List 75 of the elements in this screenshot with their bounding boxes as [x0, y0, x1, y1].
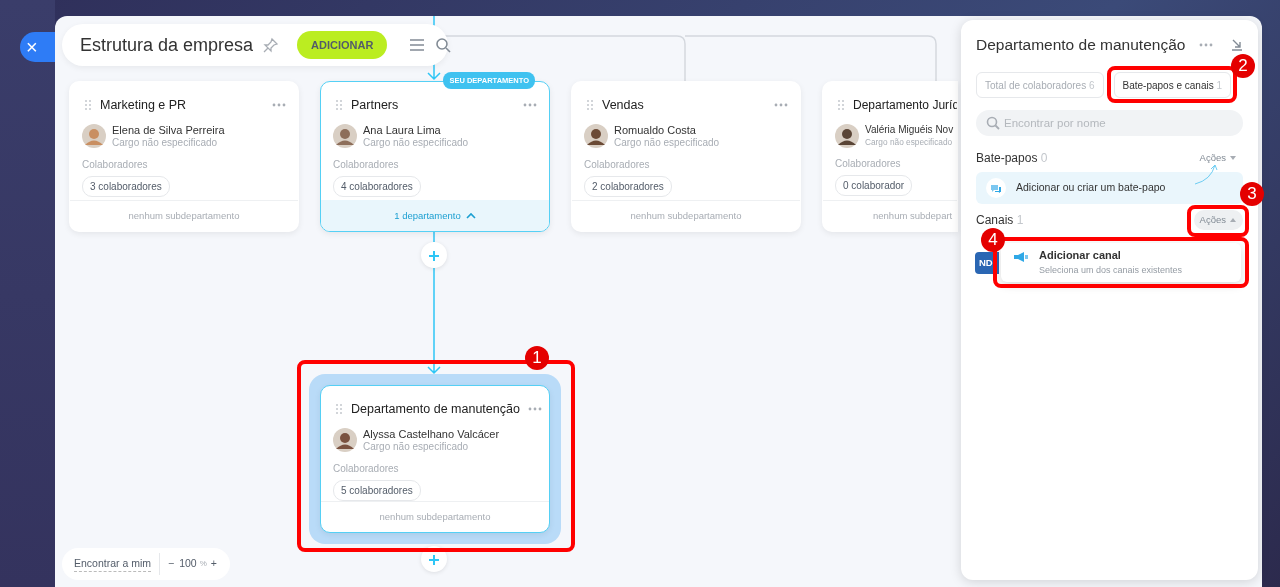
drag-handle-icon[interactable] [335, 99, 343, 112]
collapse-icon[interactable] [1231, 38, 1243, 52]
plus-icon [429, 251, 439, 262]
avatar [835, 123, 859, 148]
section-title: Canais 1 [976, 212, 1025, 230]
avatar [333, 428, 357, 453]
close-button[interactable]: × [20, 32, 55, 62]
search-icon[interactable] [435, 37, 452, 53]
page-title: Estrutura da empresa [80, 33, 254, 57]
members-label: Colaboradores [81, 157, 149, 172]
megaphone-icon [1013, 250, 1029, 264]
drag-handle-icon[interactable] [586, 99, 594, 112]
footer-text: nenhum subdepartamento [572, 200, 800, 231]
chat-icon [990, 182, 1002, 194]
zoom-value: 100 [179, 556, 197, 572]
avatar [82, 124, 106, 149]
members-count[interactable]: 3 colaboradores [82, 175, 170, 197]
members-label: Colaboradores [583, 157, 651, 172]
department-title: Marketing e PR [100, 97, 188, 114]
more-icon[interactable] [523, 103, 537, 108]
drag-handle-icon[interactable] [837, 99, 845, 111]
department-card[interactable]: Marketing e PR Elena de Silva Perreira Cargo não especificado Colaboradores 3 colaboradores nenhum subdepartamento [69, 81, 299, 232]
more-icon[interactable] [527, 407, 542, 412]
footer-text: nenhum subdepartamento [70, 200, 298, 231]
department-title: Partners [351, 97, 400, 114]
position-text: Cargo não especificado [865, 136, 954, 148]
search-field[interactable]: Encontrar por nome [976, 110, 1243, 137]
avatar [333, 124, 357, 149]
footer-text: nenhum subdepartamento [321, 501, 549, 532]
footer-text: nenhum subdepart [823, 200, 957, 231]
section-title: Bate-papos 0 [976, 150, 1049, 168]
more-icon[interactable] [1199, 42, 1213, 47]
add-button[interactable] [421, 242, 447, 268]
department-title: Vendas [602, 97, 645, 114]
department-card[interactable]: Vendas Romualdo Costa Cargo não especificado Colaboradores 2 colaboradores nenhum subdepartamento [571, 81, 801, 232]
caret-icon [1229, 217, 1237, 224]
add-channel-menu[interactable]: Adicionar canal Seleciona um dos canais existentes [1001, 243, 1241, 282]
members-count[interactable]: 0 colaborador [835, 175, 913, 196]
drag-handle-icon[interactable] [84, 99, 92, 112]
person-name[interactable]: Alyssa Castelhano Valcácer [363, 427, 500, 441]
more-icon[interactable] [774, 103, 788, 108]
members-label: Colaboradores [834, 157, 902, 171]
person-name[interactable]: Ana Laura Lima [363, 123, 469, 137]
pin-icon[interactable] [263, 37, 280, 53]
menu-icon[interactable] [409, 37, 426, 53]
members-label: Colaboradores [332, 461, 400, 476]
person-name[interactable]: Valéria Miguéis Nov [865, 123, 954, 136]
zoom-out-button[interactable]: − [168, 556, 175, 572]
members-count[interactable]: 5 colaboradores [333, 479, 421, 501]
position-text: Cargo não especificado [363, 440, 470, 453]
caret-icon [1229, 155, 1237, 162]
position-text: Cargo não especificado [363, 136, 469, 149]
position-text: Cargo não especificado [112, 136, 219, 149]
find-me-link[interactable]: Encontrar a mim [74, 555, 152, 573]
person-name[interactable]: Romualdo Costa [614, 123, 720, 137]
search-icon [986, 116, 1000, 131]
zoom-in-button[interactable]: + [210, 556, 217, 572]
person-name[interactable]: Elena de Silva Perreira [112, 123, 225, 137]
department-title: Departamento de manutenção [351, 401, 520, 418]
drag-handle-icon[interactable] [335, 403, 343, 416]
avatar [584, 124, 608, 149]
members-count[interactable]: 2 colaboradores [584, 175, 672, 197]
members-label: Colaboradores [332, 157, 400, 172]
tab[interactable]: Bate-papos e canais 1 [1113, 72, 1232, 99]
panel-title: Departamento de manutenção [976, 35, 1187, 55]
plus-icon [429, 555, 439, 566]
department-card[interactable]: Departamento de manutenção Alyssa Castelhano Valcácer Cargo não especificado Colaboradores 5 colaboradores nenhum subdepartamento [320, 385, 550, 533]
members-count[interactable]: 4 colaboradores [333, 175, 421, 197]
actions-button[interactable]: Ações [1193, 148, 1243, 169]
more-icon[interactable] [272, 103, 286, 108]
position-text: Cargo não especificado [614, 136, 720, 149]
hint-arrow [1193, 162, 1219, 186]
add-button[interactable]: ADICIONAR [297, 30, 388, 60]
add-chat-button[interactable]: Adicionar ou criar um bate-papo [976, 172, 1243, 205]
zoom-unit: % [199, 558, 207, 570]
